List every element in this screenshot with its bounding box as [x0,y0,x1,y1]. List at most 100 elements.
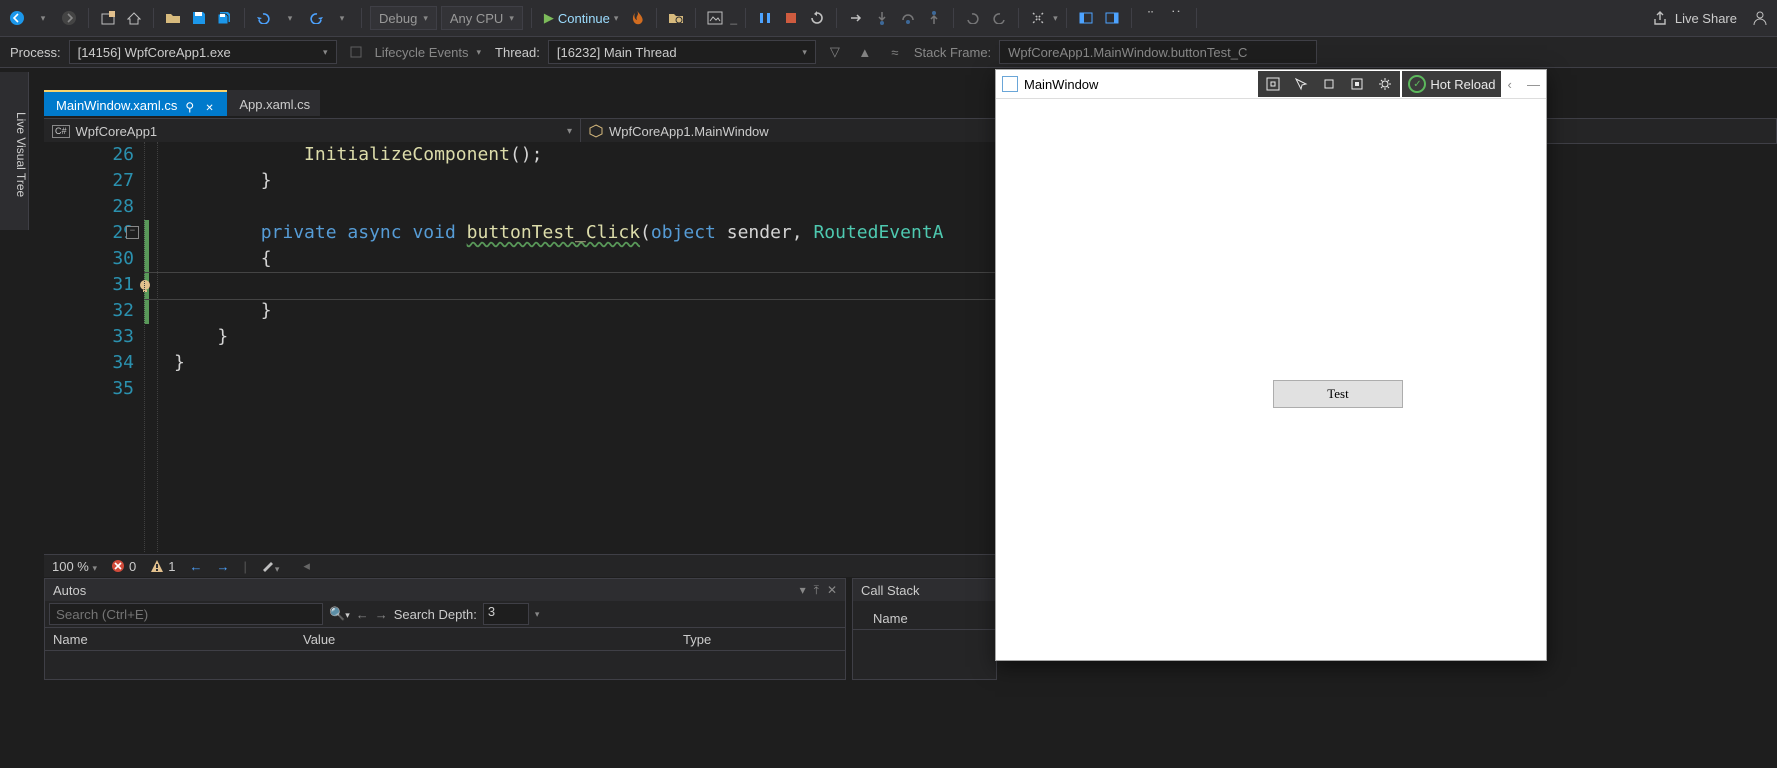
fold-toggle-icon[interactable]: − [126,226,139,239]
dock-right-icon[interactable] [1101,7,1123,29]
warning-count[interactable]: 1 [150,559,175,574]
autos-title: Autos [53,583,86,598]
col-name[interactable]: Name [53,632,303,647]
autos-columns: Name Value Type [45,628,845,651]
main-toolbar: ▾ ▾ ▾ Debug ▾ Any CPU ▾ ▶ Continue ▾ _ [0,0,1777,37]
class-name: WpfCoreApp1.MainWindow [609,124,769,139]
redo-debug-icon[interactable] [988,7,1010,29]
callstack-columns: Name [853,607,996,630]
select-element-icon[interactable] [1288,73,1314,95]
restart-icon[interactable] [806,7,828,29]
solution-platform-dropdown[interactable]: Any CPU ▾ [441,6,523,30]
user-icon[interactable] [1749,7,1771,29]
col-type[interactable]: Type [683,632,711,647]
undo-dropdown-icon[interactable]: ▾ [279,7,301,29]
flag-filter-icon[interactable]: ▽ [824,41,846,63]
flag-icon[interactable]: ▲ [854,41,876,63]
nav-back-icon[interactable]: ← [190,559,203,574]
in-app-diagnostics-toolbar [1258,71,1400,97]
search-icon[interactable]: 🔍▾ [329,606,350,622]
process-label: Process: [10,45,61,60]
csharp-badge-icon: C# [52,125,70,138]
test-button[interactable]: Test [1273,380,1403,408]
zoom-level[interactable]: 100 % ▾ [52,559,97,574]
screenshot-icon[interactable] [704,7,726,29]
code-editor[interactable]: 262728 293031 323334 35 − InitializeComp… [44,142,995,552]
step-over-icon[interactable] [897,7,919,29]
search-back-icon[interactable]: ← [356,607,369,622]
stackframe-dropdown[interactable]: WpfCoreApp1.MainWindow.buttonTest_C [999,40,1317,64]
tab-app-cs[interactable]: App.xaml.cs [227,90,320,116]
line-gutter: 262728 293031 323334 35 [44,142,144,552]
redo-dropdown-icon[interactable]: ▾ [331,7,353,29]
minimize-icon[interactable]: — [1527,77,1540,92]
lvtree-label: Live Visual Tree [14,112,28,197]
format2-icon[interactable]: ˙˙ [1166,7,1188,29]
undo-icon[interactable] [253,7,275,29]
callstack-title: Call Stack [861,583,920,598]
save-icon[interactable] [188,7,210,29]
forward-icon[interactable] [58,7,80,29]
live-share-button[interactable]: Live Share [1645,11,1745,26]
panel-dropdown-icon[interactable]: ▾ [800,583,806,598]
continue-label: Continue [558,11,610,26]
error-count[interactable]: 0 [111,559,136,574]
thread-label: Thread: [495,45,540,60]
toolbar-collapse-icon[interactable]: ‹ [1507,77,1511,92]
redo-icon[interactable] [305,7,327,29]
pin-icon[interactable]: ⤒ [814,583,819,598]
scroll-left-icon[interactable]: ◂ [303,558,310,574]
col-value[interactable]: Value [303,632,683,647]
live-visual-tree-tab[interactable]: Live Visual Tree [0,72,29,230]
running-app-window[interactable]: MainWindow ✓ Hot Reload ‹ — Test [995,69,1547,661]
intellicode-icon[interactable] [1027,7,1049,29]
stackframe-value: WpfCoreApp1.MainWindow.buttonTest_C [1008,45,1247,60]
process-dropdown[interactable]: [14156] WpfCoreApp1.exe ▾ [69,40,337,64]
app-title: MainWindow [1024,77,1098,92]
step-into-icon[interactable] [871,7,893,29]
continue-button[interactable]: ▶ Continue ▾ [540,10,623,26]
new-project-icon[interactable] [97,7,119,29]
hot-reload-icon[interactable] [626,7,648,29]
undo-debug-icon[interactable] [962,7,984,29]
close-icon[interactable]: ✕ [827,583,837,598]
close-icon[interactable] [205,99,217,111]
pen-icon[interactable]: ▾ [261,558,280,575]
step-out-icon[interactable] [923,7,945,29]
chevron-down-icon: ▾ [614,13,619,24]
settings-icon[interactable] [1372,73,1398,95]
goto-live-visual-tree-icon[interactable] [1260,73,1286,95]
code-content: − InitializeComponent(); } private async… [144,142,995,552]
toolbar-dropdown-icon[interactable]: ▾ [32,7,54,29]
hot-reload-indicator[interactable]: ✓ Hot Reload [1402,71,1501,97]
home-icon[interactable] [123,7,145,29]
search-forward-icon[interactable]: → [375,607,388,622]
format-icon[interactable]: ¨ [1140,7,1162,29]
dock-left-icon[interactable] [1075,7,1097,29]
stackframe-label: Stack Frame: [914,45,991,60]
find-in-files-icon[interactable] [665,7,687,29]
lifecycle-icon[interactable] [345,41,367,63]
app-titlebar[interactable]: MainWindow ✓ Hot Reload ‹ — [996,70,1546,99]
nav-forward-icon[interactable]: → [217,559,230,574]
stop-icon[interactable] [780,7,802,29]
autos-panel: Autos ▾ ⤒ ✕ 🔍▾ ← → Search Depth: 3 ▾ Nam… [44,578,846,680]
lifecycle-label: Lifecycle Events [375,45,469,60]
autos-search-input[interactable] [49,603,323,625]
show-next-statement-icon[interactable] [845,7,867,29]
save-all-icon[interactable] [214,7,236,29]
pause-icon[interactable] [754,7,776,29]
solution-config-dropdown[interactable]: Debug ▾ [370,6,437,30]
threads-icon[interactable]: ≈ [884,41,906,63]
thread-dropdown[interactable]: [16232] Main Thread ▾ [548,40,816,64]
open-folder-icon[interactable] [162,7,184,29]
display-layout-adorners-icon[interactable] [1316,73,1342,95]
pin-icon[interactable] [185,99,197,111]
project-dropdown[interactable]: C# WpfCoreApp1 ▾ [44,119,581,143]
tab-mainwindow-cs[interactable]: MainWindow.xaml.cs [44,90,227,116]
share-icon [1653,11,1669,25]
play-icon: ▶ [544,10,554,26]
track-focused-element-icon[interactable] [1344,73,1370,95]
back-icon[interactable] [6,7,28,29]
search-depth-input[interactable]: 3 [483,603,529,625]
